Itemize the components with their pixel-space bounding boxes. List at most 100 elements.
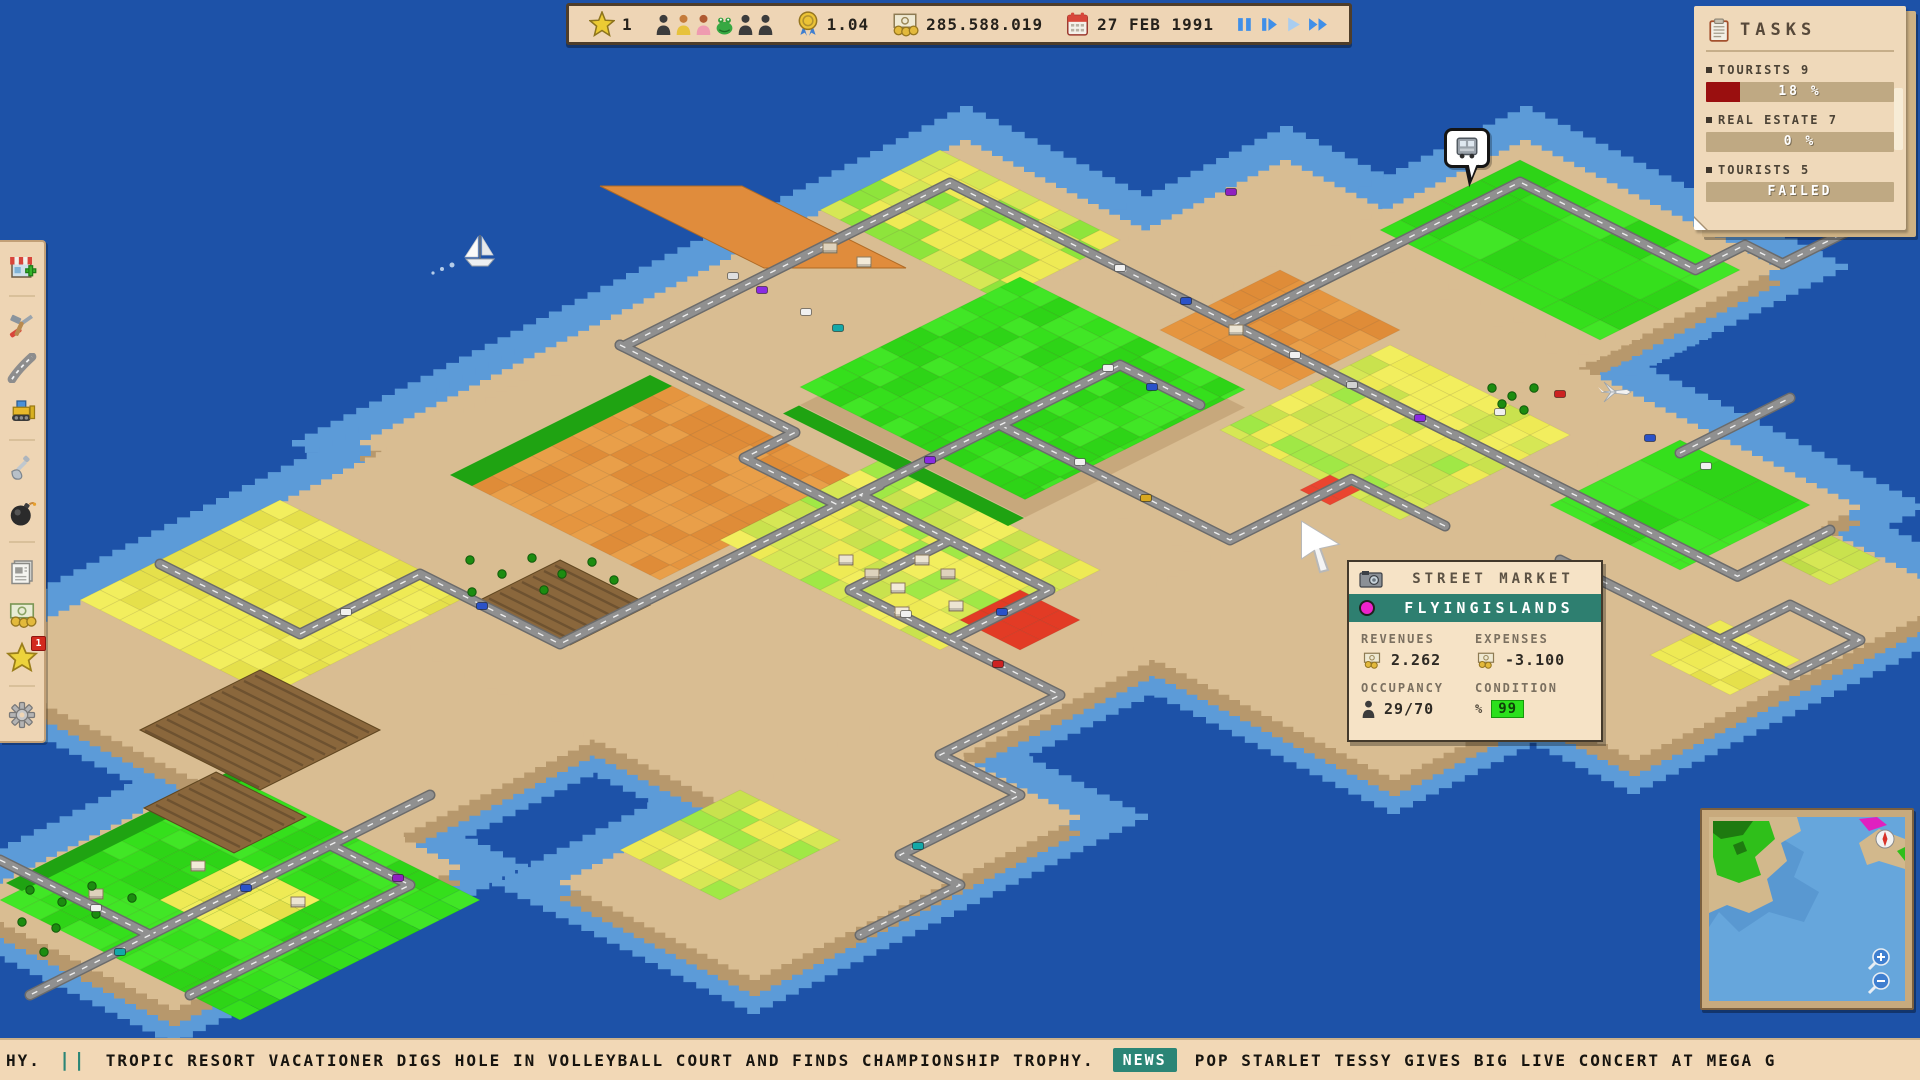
occupancy-value: 29/70 <box>1384 700 1434 718</box>
fast-forward-button[interactable] <box>1308 16 1329 33</box>
task-row[interactable]: TOURISTS 9 18 % <box>1706 63 1894 102</box>
calendar-icon <box>1065 11 1090 37</box>
toolbar-item-shop-add[interactable] <box>4 250 40 284</box>
task-row[interactable]: REAL ESTATE 7 0 % <box>1706 113 1894 152</box>
owner-banner: FLYINGISLANDS <box>1349 594 1601 622</box>
bullet-icon <box>1706 67 1712 73</box>
task-progress-bar: FAILED <box>1706 182 1894 202</box>
frog-green-icon <box>715 14 734 35</box>
occupancy-label: OCCUPANCY <box>1361 681 1475 695</box>
shop-add-icon <box>7 252 37 282</box>
revenues-stat: REVENUES 2.262 <box>1361 632 1475 669</box>
task-label: REAL ESTATE 7 <box>1718 113 1838 127</box>
person-dark-icon <box>1361 700 1376 718</box>
clipboard-icon <box>1708 18 1730 42</box>
owner-color-dot <box>1359 600 1375 616</box>
task-progress-text: FAILED <box>1706 184 1894 199</box>
bullet-icon <box>1706 117 1712 123</box>
bomb-icon <box>7 498 37 528</box>
revenues-value: 2.262 <box>1391 651 1441 669</box>
news-badge: NEWS <box>1113 1048 1177 1072</box>
city-map[interactable] <box>0 0 1920 1080</box>
tasks-scrollbar[interactable] <box>1894 88 1903 150</box>
rating-group: 1.04 <box>796 11 870 37</box>
building-info-popup[interactable]: STREET MARKET FLYINGISLANDS REVENUES 2.2… <box>1347 560 1603 742</box>
revenues-label: REVENUES <box>1361 632 1475 646</box>
expenses-value: -3.100 <box>1505 651 1565 669</box>
tasks-panel: TASKS TOURISTS 9 18 % REAL ESTATE 7 0 % <box>1694 6 1916 234</box>
building-type-title: STREET MARKET <box>1395 571 1591 587</box>
task-progress-text: 0 % <box>1706 134 1894 149</box>
citizen-icons-group <box>655 14 774 35</box>
person-dark-icon <box>757 14 774 35</box>
owner-name: FLYINGISLANDS <box>1387 599 1591 617</box>
news-ticker[interactable]: HY. || TROPIC RESORT VACATIONER DIGS HOL… <box>0 1038 1920 1080</box>
money-icon <box>1361 651 1383 669</box>
toolbar-item-achievements[interactable]: 1 <box>4 640 40 674</box>
ticker-headline: TROPIC RESORT VACATIONER DIGS HOLE IN VO… <box>106 1051 1095 1070</box>
road-icon <box>7 353 37 383</box>
budget-icon <box>7 599 37 629</box>
star-icon <box>589 11 615 37</box>
expenses-label: EXPENSES <box>1475 632 1589 646</box>
star-count: 1 <box>622 15 633 34</box>
playback-controls <box>1236 16 1329 33</box>
tasks-panel-title: TASKS <box>1740 20 1816 40</box>
occupancy-stat: OCCUPANCY 29/70 <box>1361 681 1475 718</box>
person-dark-icon <box>737 14 754 35</box>
tools-icon <box>7 310 37 340</box>
person-pink-icon <box>695 14 712 35</box>
money-icon <box>1475 651 1497 669</box>
task-row[interactable]: TOURISTS 5 FAILED <box>1706 163 1894 202</box>
toolbar-divider <box>9 541 35 543</box>
money-value: 285.588.019 <box>926 15 1043 34</box>
rating-value: 1.04 <box>827 15 870 34</box>
paper-fold-corner <box>1694 210 1712 230</box>
task-progress-text: 18 % <box>1706 84 1894 99</box>
toolbar-item-budget[interactable] <box>4 597 40 631</box>
newspaper-icon <box>7 556 37 586</box>
game-viewport: 1 1.04 <box>0 0 1920 1080</box>
condition-stat: CONDITION % 99 <box>1475 681 1589 718</box>
money-group: 285.588.019 <box>891 11 1043 37</box>
task-progress-bar: 18 % <box>1706 82 1894 102</box>
medal-icon <box>796 11 820 37</box>
date-group: 27 FEB 1991 <box>1065 11 1214 37</box>
toolbar-item-bomb[interactable] <box>4 495 40 529</box>
play-button[interactable] <box>1286 16 1301 33</box>
gear-icon <box>7 700 37 730</box>
pause-button[interactable] <box>1236 16 1253 33</box>
toolbar-divider <box>9 295 35 297</box>
step-forward-button[interactable] <box>1260 16 1279 33</box>
money-icon <box>891 11 919 37</box>
toolbar-item-bulldozer[interactable] <box>4 394 40 428</box>
ticker-headline: POP STARLET TESSY GIVES BIG LIVE CONCERT… <box>1195 1051 1777 1070</box>
build-toolbar: 1 <box>0 240 46 743</box>
toolbar-item-shovel[interactable] <box>4 452 40 486</box>
task-label: TOURISTS 9 <box>1718 63 1810 77</box>
notification-badge: 1 <box>31 636 46 651</box>
status-bar: 1 1.04 <box>566 3 1352 45</box>
toolbar-divider <box>9 685 35 687</box>
minimap[interactable] <box>1700 808 1914 1010</box>
shovel-icon <box>7 454 37 484</box>
task-progress-bar: 0 % <box>1706 132 1894 152</box>
condition-badge: 99 <box>1491 700 1524 718</box>
person-yellow-icon <box>675 14 692 35</box>
bus-icon <box>1454 136 1480 160</box>
person-dark-icon <box>655 14 672 35</box>
expenses-stat: EXPENSES -3.100 <box>1475 632 1589 669</box>
camera-icon <box>1359 570 1383 588</box>
toolbar-item-settings[interactable] <box>4 698 40 732</box>
toolbar-item-tools[interactable] <box>4 308 40 342</box>
date-value: 27 FEB 1991 <box>1097 15 1214 34</box>
bullet-icon <box>1706 167 1712 173</box>
ticker-separator: || <box>59 1049 88 1071</box>
task-label: TOURISTS 5 <box>1718 163 1810 177</box>
transport-notification-bubble[interactable] <box>1444 128 1490 168</box>
toolbar-divider <box>9 439 35 441</box>
toolbar-item-newspaper[interactable] <box>4 554 40 588</box>
ticker-fragment: HY. <box>6 1051 41 1070</box>
toolbar-item-road[interactable] <box>4 351 40 385</box>
bulldozer-icon <box>7 396 37 426</box>
